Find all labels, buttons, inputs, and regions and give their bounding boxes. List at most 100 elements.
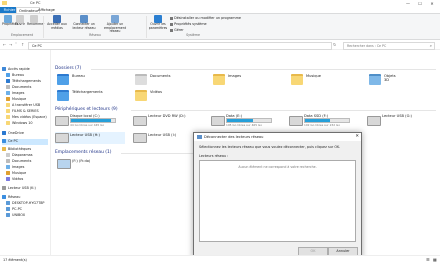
drive-f[interactable]: Data SSD (F:) 102 Go libres sur 232 Go [289, 114, 359, 128]
sidebar-item-downloads[interactable]: Téléchargements [6, 79, 41, 85]
sidebar-item-documents[interactable]: Documents [6, 85, 31, 91]
drive-c[interactable]: Disque local (C:) 44 Go libres sur 445 G… [55, 114, 125, 128]
refresh-icon[interactable]: ↻ [333, 42, 336, 47]
computer-icon [6, 213, 10, 217]
sidebar-item-pictures[interactable]: Images [6, 91, 24, 97]
item-count: 17 élément(s) [3, 257, 27, 262]
navigation-pane: Accès rapide Bureau Téléchargements Docu… [0, 50, 51, 255]
maximize-button[interactable]: ☐ [414, 0, 426, 7]
drive-label: Lecteur USB (I:) [148, 133, 177, 137]
usb-drive-icon [55, 133, 69, 143]
sidebar-item-lib-music[interactable]: Musique [6, 171, 26, 177]
sidebar-item-this-pc[interactable]: Ce PC [2, 139, 48, 145]
rename-label: Renommer [27, 22, 45, 26]
connect-drive-button[interactable]: Connecter un lecteur réseau [71, 15, 97, 30]
desktop-folder-icon [57, 74, 69, 85]
sidebar-item-films[interactable]: FILMS & SERIES [6, 109, 39, 115]
open-button[interactable]: Ouvrir [15, 15, 25, 27]
chevron-down-icon[interactable]: ˅ [15, 42, 17, 47]
dialog-title: Déconnecter des lecteurs réseau [204, 135, 264, 139]
sidebar-item-lib-pictures[interactable]: Images [6, 165, 24, 171]
sidebar-item-desktop[interactable]: Bureau [6, 73, 24, 79]
system-properties-button[interactable]: Propriétés système [170, 22, 207, 26]
window-title: Ce PC [30, 1, 41, 5]
drive-h[interactable]: Lecteur USB (H:) [55, 132, 125, 144]
documents-folder-icon [135, 74, 147, 85]
sidebar-item-music[interactable]: Musique [6, 97, 26, 103]
folder-icon [6, 103, 10, 107]
sidebar-item-usb-transfer[interactable]: A transférer USB [6, 103, 40, 109]
folder-label: Documents [150, 74, 171, 78]
uninstall-button[interactable]: Désinstaller ou modifier un programme [170, 16, 241, 20]
folder-downloads[interactable]: Téléchargements [57, 90, 103, 101]
sidebar-item-slideshows[interactable]: Diaporamas [6, 153, 32, 159]
network-drives-list[interactable]: Aucun élément ne correspond à votre rech… [199, 160, 356, 242]
section-network[interactable]: Emplacements réseau (1) [55, 150, 112, 155]
back-arrow-icon[interactable]: ← [3, 42, 6, 47]
usb-drive-icon [367, 116, 381, 126]
dvd-drive-icon [133, 116, 147, 126]
sidebar-item-my-videos[interactable]: Mes vidéos (Espace) [6, 115, 47, 121]
program-icon [170, 16, 173, 20]
drive-g[interactable]: Lecteur USB (G:) [367, 114, 435, 128]
minimize-button[interactable]: — [402, 0, 414, 7]
drive-space: 44 Go libres sur 445 Go [70, 122, 105, 127]
connect-drive-label: Connecter un lecteur réseau [72, 22, 96, 30]
sidebar-item-network[interactable]: Réseau [2, 195, 20, 201]
forward-arrow-icon[interactable]: → [9, 42, 12, 47]
hard-drive-icon [55, 116, 69, 126]
group-system-label: Système [186, 33, 200, 37]
usb-drive-icon [2, 186, 6, 190]
videos-folder-icon [135, 90, 147, 101]
folder-pictures[interactable]: Images [213, 74, 241, 85]
document-icon [6, 159, 10, 163]
search-input[interactable]: Rechercher dans : Ce PC ⌕ [343, 41, 435, 50]
drive-d[interactable]: Lecteur DVD RW (D:) [133, 114, 203, 128]
folder-label: Objets 3D [384, 74, 396, 82]
drive-label: Lecteur USB (G:) [382, 114, 412, 118]
sidebar-item-windows10[interactable]: Windows 10 [6, 121, 33, 127]
access-media-button[interactable]: Accéder aux médias [45, 15, 69, 30]
close-button[interactable]: ✕ [426, 0, 438, 7]
folder-videos[interactable]: Vidéos [135, 90, 162, 101]
system-properties-label: Propriétés système [174, 22, 207, 26]
sidebar-item-lib-documents[interactable]: Documents [6, 159, 31, 165]
sidebar-item-quick-access[interactable]: Accès rapide [2, 67, 30, 73]
add-location-button[interactable]: Ajouter un emplacement réseau [99, 15, 131, 34]
tiles-view-icon[interactable]: ▦ [433, 257, 437, 262]
network-location[interactable]: (F:) (Fr.do) [57, 158, 117, 170]
sidebar-item-desktop-hyg[interactable]: DESKTOP-HYG7T8P [6, 201, 44, 207]
sidebar-item-usb-k[interactable]: Lecteur USB (K:) [2, 186, 36, 192]
folder-3d-objects[interactable]: Objets 3D [369, 74, 396, 85]
usb-drive-icon [133, 133, 147, 143]
sidebar-item-lib-videos[interactable]: Vidéos [6, 177, 23, 183]
details-view-icon[interactable]: ☰ [426, 257, 430, 262]
ribbon-divider [43, 16, 44, 38]
music-icon [6, 171, 10, 175]
close-icon[interactable]: ✕ [355, 134, 359, 139]
folder-desktop[interactable]: Bureau [57, 74, 85, 85]
document-icon [6, 85, 10, 89]
computer-icon [6, 201, 10, 205]
open-settings-button[interactable]: Ouvrir les paramètres [148, 15, 168, 30]
address-path[interactable]: Ce PC [28, 41, 332, 50]
sidebar-item-libraries[interactable]: Bibliothèques [2, 147, 31, 153]
dialog-title-bar: Déconnecter des lecteurs réseau ✕ [194, 133, 361, 141]
section-folders[interactable]: Dossiers (7) [55, 66, 81, 71]
sidebar-item-pc-pc[interactable]: PC-PC [6, 207, 22, 213]
folder-documents[interactable]: Documents [135, 74, 171, 85]
folder-music[interactable]: Musique [291, 74, 321, 85]
search-icon: ⌕ [429, 42, 432, 48]
properties-button[interactable]: Propriétés [2, 15, 18, 27]
computer-icon [2, 139, 6, 143]
rename-button[interactable]: Renommer [27, 15, 45, 27]
network-icon [2, 195, 6, 199]
up-arrow-icon[interactable]: ↑ [21, 42, 24, 47]
section-devices[interactable]: Périphériques et lecteurs (9) [55, 107, 118, 112]
manage-button[interactable]: Gérer [170, 28, 184, 32]
sidebar-item-onedrive[interactable]: OneDrive [2, 131, 24, 137]
drive-label: Lecteur USB (H:) [70, 133, 100, 137]
star-icon [2, 67, 6, 71]
sidebar-item-unibox[interactable]: UNIBOX [6, 213, 25, 219]
drive-e[interactable]: Data (E:) 195 Go libres sur 465 Go [211, 114, 281, 128]
